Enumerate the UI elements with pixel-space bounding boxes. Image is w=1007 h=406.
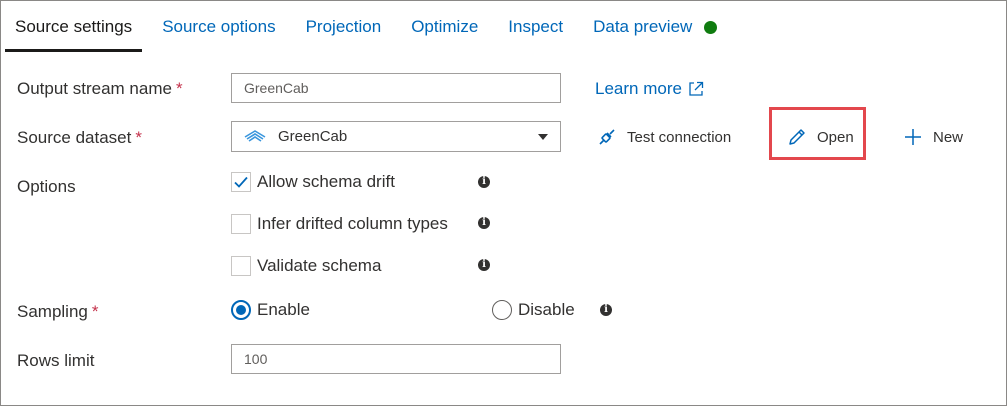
infer-drifted-column-types-checkbox[interactable]: Infer drifted column types xyxy=(231,214,448,234)
validate-schema-checkbox[interactable]: Validate schema xyxy=(231,256,381,276)
test-connection-label: Test connection xyxy=(627,128,732,146)
dataset-icon xyxy=(244,129,266,142)
tab-source-settings[interactable]: Source settings xyxy=(5,9,143,52)
input-value: 100 xyxy=(244,351,268,367)
tab-optimize[interactable]: Optimize xyxy=(411,9,478,45)
tab-label: Optimize xyxy=(411,17,479,36)
plug-icon xyxy=(599,129,615,145)
test-connection-button[interactable]: Test connection xyxy=(597,127,731,147)
radio-label: Enable xyxy=(257,300,310,319)
tab-label: Inspect xyxy=(508,17,564,36)
checkbox-label: Validate schema xyxy=(257,256,382,275)
tab-inspect[interactable]: Inspect xyxy=(508,9,563,45)
tab-projection[interactable]: Projection xyxy=(306,9,382,45)
tab-label: Data preview xyxy=(593,17,693,36)
source-dataset-dropdown[interactable]: GreenCab xyxy=(231,121,561,152)
tab-data-preview[interactable]: Data preview xyxy=(593,9,718,45)
new-label: New xyxy=(933,128,964,146)
source-settings-panel: Source settings Source options Projectio… xyxy=(0,0,1007,406)
learn-more-label: Learn more xyxy=(595,79,682,98)
output-stream-name-input[interactable]: GreenCab xyxy=(231,73,561,103)
tab-bar: Source settings Source options Projectio… xyxy=(5,9,747,52)
options-label: Options xyxy=(17,177,76,196)
checkbox-box xyxy=(231,214,251,234)
radio-circle xyxy=(492,300,512,320)
tab-label: Source settings xyxy=(15,17,133,36)
rows-limit-input[interactable]: 100 xyxy=(231,344,561,374)
info-icon[interactable]: i xyxy=(478,176,490,188)
info-icon[interactable]: i xyxy=(478,259,490,271)
open-highlight-box xyxy=(769,107,866,160)
status-dot xyxy=(704,20,718,34)
output-stream-name-label: Output stream name * xyxy=(17,79,183,98)
radio-circle xyxy=(231,300,251,320)
plus-icon xyxy=(905,129,921,145)
sampling-label: Sampling * xyxy=(17,302,99,321)
checkbox-box xyxy=(231,172,251,192)
checkbox-box xyxy=(231,256,251,276)
required-mark: * xyxy=(91,302,99,321)
checkmark-icon xyxy=(234,176,248,188)
required-mark: * xyxy=(175,79,183,98)
dropdown-value: GreenCab xyxy=(278,128,348,145)
sampling-enable-radio[interactable]: Enable xyxy=(231,300,310,320)
tab-label: Source options xyxy=(162,17,276,36)
learn-more-link[interactable]: Learn more xyxy=(595,79,704,99)
input-value: GreenCab xyxy=(244,80,309,96)
new-button[interactable]: New xyxy=(903,127,963,147)
tab-source-options[interactable]: Source options xyxy=(162,9,275,45)
rows-limit-label: Rows limit xyxy=(17,351,95,370)
tab-label: Projection xyxy=(305,17,382,36)
checkbox-label: Infer drifted column types xyxy=(257,214,448,233)
chevron-down-icon xyxy=(538,134,548,140)
info-icon[interactable]: i xyxy=(478,217,490,229)
radio-label: Disable xyxy=(518,300,575,319)
checkbox-label: Allow schema drift xyxy=(257,172,395,191)
external-link-icon xyxy=(689,81,704,96)
info-icon[interactable]: i xyxy=(600,304,612,316)
sampling-disable-radio[interactable]: Disable xyxy=(492,300,575,320)
allow-schema-drift-checkbox[interactable]: Allow schema drift xyxy=(231,172,395,192)
source-dataset-label: Source dataset * xyxy=(17,128,142,147)
required-mark: * xyxy=(135,128,142,147)
